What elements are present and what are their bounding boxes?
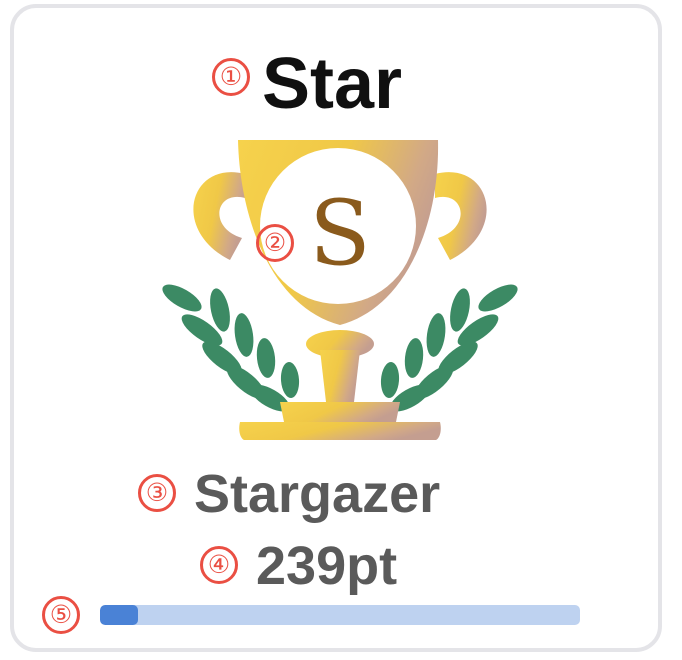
annotation-marker-4: ④ <box>200 546 238 584</box>
rank-title: Star <box>262 44 403 124</box>
points-value: 239pt <box>256 536 398 596</box>
annotation-marker-1: ① <box>212 58 250 96</box>
progress-bar <box>100 605 580 625</box>
annotation-marker-5: ⑤ <box>42 596 80 634</box>
emblem-letter: S <box>309 181 371 286</box>
laurel-right-icon <box>380 284 518 412</box>
progress-bar-fill <box>100 605 139 625</box>
trophy-icon <box>162 140 518 440</box>
annotation-marker-2: ② <box>256 224 294 262</box>
laurel-left-icon <box>162 284 300 412</box>
badge-name: Stargazer <box>194 464 441 524</box>
annotation-marker-3: ③ <box>138 474 176 512</box>
